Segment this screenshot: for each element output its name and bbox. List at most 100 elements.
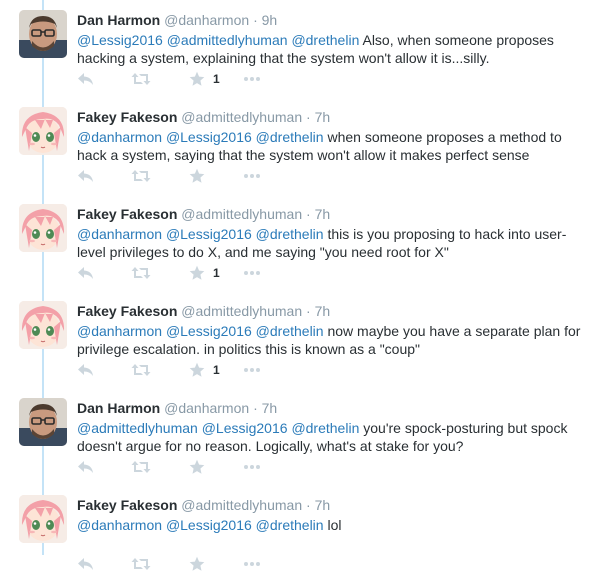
tweet-text: @Lessig2016 @admittedlyhuman @drethelin … [77,31,582,67]
author-name[interactable]: Dan Harmon [77,12,160,28]
mention-link[interactable]: @drethelin [256,323,324,339]
more-actions-button[interactable] [243,69,261,89]
mention-link[interactable]: @danharmon [77,129,162,145]
avatar[interactable] [19,398,67,446]
author-name[interactable]: Dan Harmon [77,400,160,416]
tweet-actions [77,457,317,477]
author-name[interactable]: Fakey Fakeson [77,497,177,513]
reply-button[interactable] [77,457,95,477]
favorite-button[interactable] [189,166,213,186]
mention-link[interactable]: @Lessig2016 [77,32,163,48]
meta-separator: · [253,400,258,416]
mention-link[interactable]: @drethelin [256,517,324,533]
favorite-button[interactable]: 1 [189,263,220,283]
mention-link[interactable]: @Lessig2016 [166,323,252,339]
avatar[interactable] [19,204,67,252]
favorite-icon [189,362,205,378]
tweet-timestamp[interactable]: 7h [315,109,331,125]
author-handle[interactable]: @admittedlyhuman [181,303,302,319]
more-actions-button[interactable] [243,166,261,186]
author-name[interactable]: Fakey Fakeson [77,303,177,319]
mention-link[interactable]: @Lessig2016 [166,129,252,145]
tweet-header: Fakey Fakeson @admittedlyhuman · 7h [77,206,330,222]
avatar[interactable] [19,10,67,58]
reply-button[interactable] [77,69,95,89]
mention-link[interactable]: @admittedlyhuman [77,420,198,436]
favorite-button[interactable] [189,457,213,477]
mention-link[interactable]: @Lessig2016 [202,420,288,436]
mention-link[interactable]: @drethelin [291,420,359,436]
retweet-icon [131,460,151,474]
tweet-timestamp[interactable]: 7h [262,400,278,416]
reply-button[interactable] [77,360,95,380]
favorite-button[interactable]: 1 [189,69,220,89]
avatar[interactable] [19,495,67,543]
reply-button[interactable] [77,166,95,186]
more-icon [243,367,261,373]
tweet-timestamp[interactable]: 7h [315,497,331,513]
reply-icon [77,72,95,86]
author-handle[interactable]: @danharmon [164,12,249,28]
favorite-count: 1 [213,363,220,377]
mention-link[interactable]: @danharmon [77,323,162,339]
mention-link[interactable]: @danharmon [77,226,162,242]
tweet-actions [77,554,317,574]
more-icon [243,464,261,470]
reply-button[interactable] [77,263,95,283]
tweet-header: Fakey Fakeson @admittedlyhuman · 7h [77,303,330,319]
mention-link[interactable]: @Lessig2016 [166,226,252,242]
retweet-button[interactable] [131,457,151,477]
retweet-icon [131,266,151,280]
meta-separator: · [306,497,311,513]
favorite-icon [189,71,205,87]
tweet-timestamp[interactable]: 7h [315,303,331,319]
reply-icon [77,363,95,377]
mention-link[interactable]: @drethelin [256,226,324,242]
more-actions-button[interactable] [243,360,261,380]
favorite-icon [189,556,205,572]
reply-button[interactable] [77,554,95,574]
tweet-timestamp[interactable]: 9h [262,12,278,28]
more-actions-button[interactable] [243,554,261,574]
reply-icon [77,557,95,571]
mention-link[interactable]: @drethelin [291,32,359,48]
author-handle[interactable]: @admittedlyhuman [181,206,302,222]
mention-link[interactable]: @admittedlyhuman [167,32,288,48]
favorite-icon [189,168,205,184]
retweet-button[interactable] [131,263,151,283]
author-handle[interactable]: @admittedlyhuman [181,497,302,513]
avatar[interactable] [19,107,67,155]
tweet-actions [77,166,317,186]
tweet-header: Fakey Fakeson @admittedlyhuman · 7h [77,109,330,125]
retweet-button[interactable] [131,166,151,186]
author-name[interactable]: Fakey Fakeson [77,206,177,222]
mention-link[interactable]: @drethelin [256,129,324,145]
more-actions-button[interactable] [243,457,261,477]
tweet-header: Dan Harmon @danharmon · 9h [77,12,277,28]
tweet-actions: 1 [77,69,317,89]
retweet-button[interactable] [131,69,151,89]
favorite-button[interactable] [189,554,213,574]
mention-link[interactable]: @danharmon [77,517,162,533]
tweet-text: @danharmon @Lessig2016 @drethelin this i… [77,225,582,261]
more-icon [243,173,261,179]
favorite-count: 1 [213,266,220,280]
favorite-button[interactable]: 1 [189,360,220,380]
retweet-icon [131,557,151,571]
more-actions-button[interactable] [243,263,261,283]
avatar[interactable] [19,301,67,349]
tweet-text: @admittedlyhuman @Lessig2016 @drethelin … [77,419,582,455]
retweet-button[interactable] [131,360,151,380]
tweet-text: @danharmon @Lessig2016 @drethelin lol [77,516,582,534]
tweet-timestamp[interactable]: 7h [315,206,331,222]
author-handle[interactable]: @danharmon [164,400,249,416]
retweet-icon [131,169,151,183]
tweet-text: @danharmon @Lessig2016 @drethelin when s… [77,128,582,164]
tweet: Fakey Fakeson @admittedlyhuman · 7h @danh… [0,485,598,582]
retweet-icon [131,72,151,86]
mention-link[interactable]: @Lessig2016 [166,517,252,533]
author-handle[interactable]: @admittedlyhuman [181,109,302,125]
retweet-button[interactable] [131,554,151,574]
favorite-icon [189,459,205,475]
author-name[interactable]: Fakey Fakeson [77,109,177,125]
